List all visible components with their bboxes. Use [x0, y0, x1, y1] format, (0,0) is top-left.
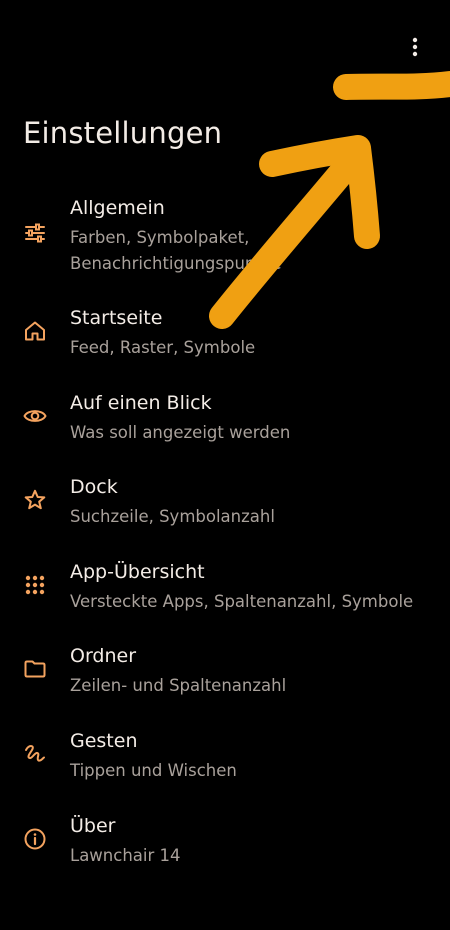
- page-title: Einstellungen: [23, 116, 223, 150]
- tune-sliders-icon: [25, 223, 45, 243]
- settings-item-ueber[interactable]: Über Lawnchair 14: [0, 815, 450, 871]
- settings-item-label: App-Übersicht: [70, 561, 205, 583]
- settings-item-label: Über: [70, 815, 116, 837]
- more-options-button[interactable]: [400, 32, 430, 62]
- settings-item-subtitle: Lawnchair 14: [70, 846, 181, 865]
- eye-icon: [23, 410, 47, 422]
- more-vert-icon: [412, 37, 418, 57]
- annotation-arrow: [209, 71, 450, 329]
- settings-item-startseite[interactable]: Startseite Feed, Raster, Symbole: [0, 307, 450, 363]
- subtitle-line-1: Farben, Symbolpaket,: [70, 228, 250, 247]
- home-icon: [25, 321, 45, 341]
- settings-item-gesten[interactable]: Gesten Tippen und Wischen: [0, 730, 450, 786]
- gesture-icon: [25, 745, 45, 762]
- app-grid-icon: [25, 575, 45, 595]
- settings-item-subtitle: Suchzeile, Symbolanzahl: [70, 507, 275, 526]
- settings-item-label: Dock: [70, 476, 118, 498]
- settings-item-dock[interactable]: Dock Suchzeile, Symbolanzahl: [0, 476, 450, 532]
- settings-item-subtitle: Farben, Symbolpaket, Benachrichtigungspu…: [70, 225, 430, 277]
- settings-item-subtitle: Tippen und Wischen: [70, 761, 237, 780]
- info-icon: [24, 828, 46, 850]
- subtitle-line-2: Benachrichtigungspunkte: [70, 254, 282, 273]
- arrow-top-stroke: [333, 71, 450, 100]
- folder-icon: [24, 660, 46, 678]
- settings-item-subtitle: Feed, Raster, Symbole: [70, 338, 256, 357]
- settings-item-label: Startseite: [70, 307, 163, 329]
- settings-item-label: Allgemein: [70, 197, 165, 219]
- settings-item-auf-einen-blick[interactable]: Auf einen Blick Was soll angezeigt werde…: [0, 392, 450, 448]
- settings-item-subtitle: Versteckte Apps, Spaltenanzahl, Symbole: [70, 592, 414, 611]
- settings-item-label: Auf einen Blick: [70, 392, 212, 414]
- settings-item-label: Gesten: [70, 730, 138, 752]
- settings-item-subtitle: Was soll angezeigt werden: [70, 423, 291, 442]
- settings-item-subtitle: Zeilen- und Spaltenanzahl: [70, 676, 287, 695]
- settings-item-label: Ordner: [70, 645, 137, 667]
- settings-item-allgemein[interactable]: Allgemein Farben, Symbolpaket, Benachric…: [0, 197, 450, 277]
- settings-item-app-uebersicht[interactable]: App-Übersicht Versteckte Apps, Spaltenan…: [0, 561, 450, 617]
- star-icon: [24, 489, 46, 510]
- settings-item-ordner[interactable]: Ordner Zeilen- und Spaltenanzahl: [0, 645, 450, 701]
